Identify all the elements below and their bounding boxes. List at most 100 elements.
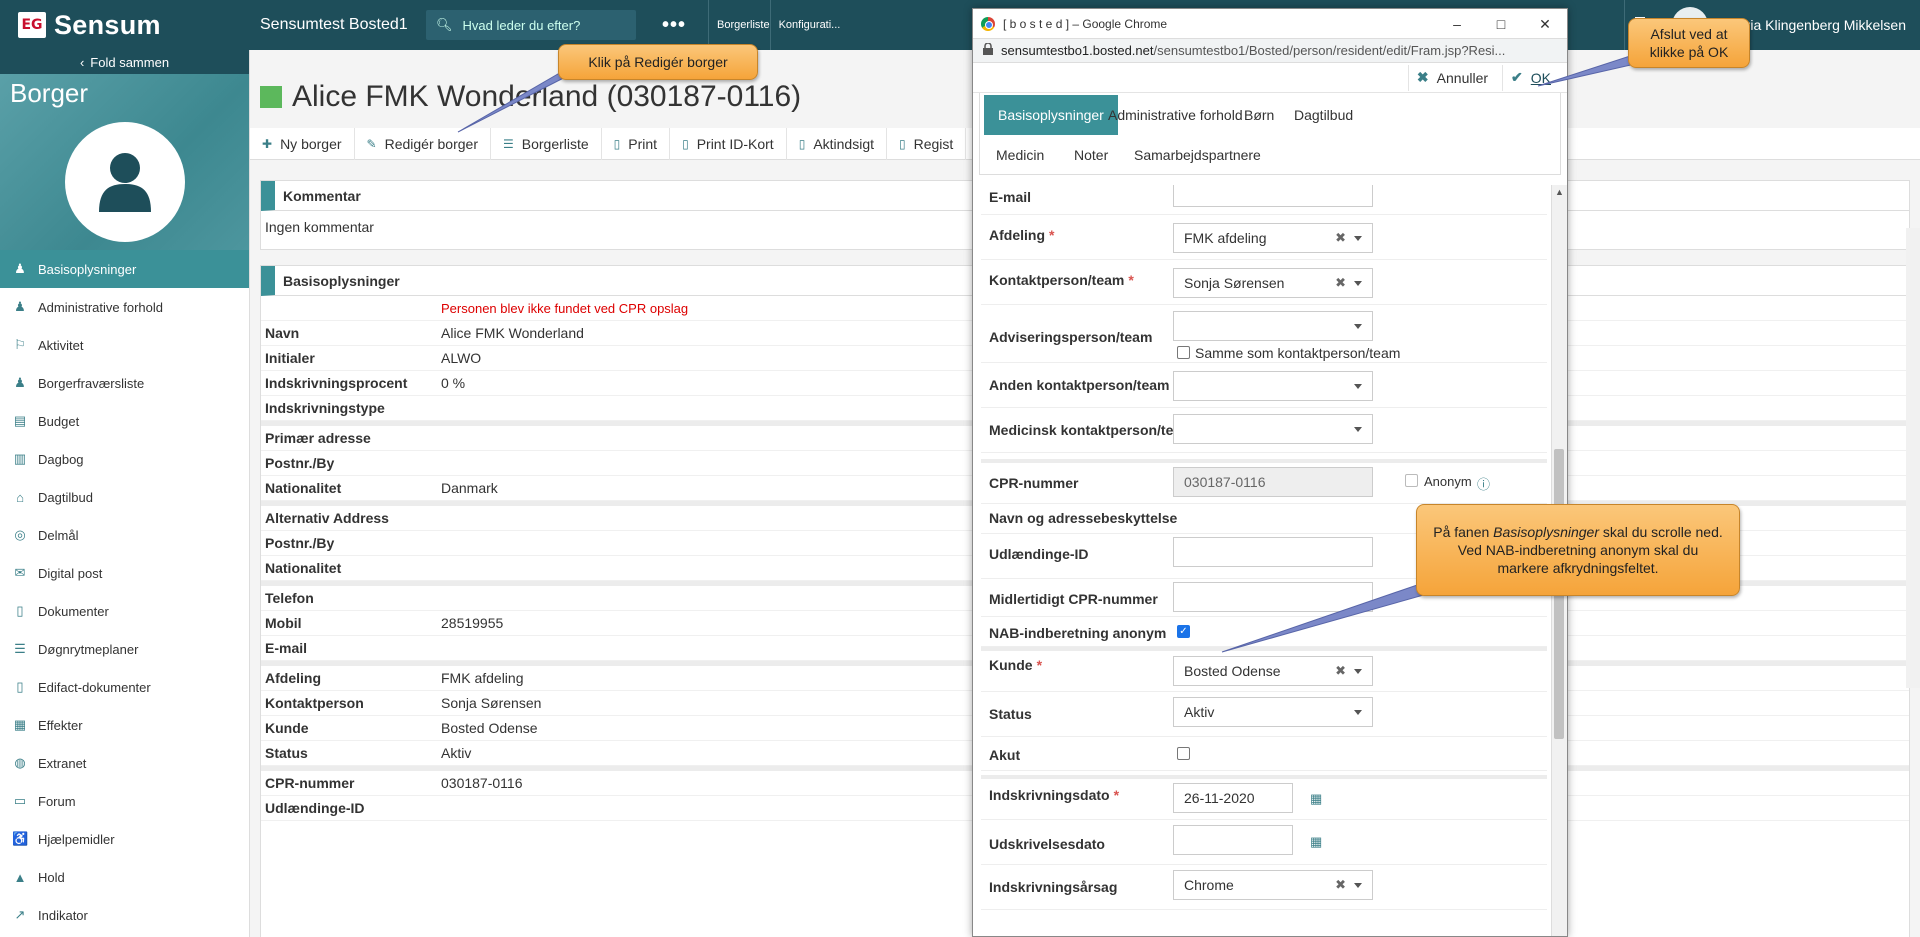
- afdeling-value: FMK afdeling: [1184, 230, 1267, 246]
- afdeling-select[interactable]: FMK afdeling ✖: [1173, 223, 1373, 253]
- site-title[interactable]: Sensumtest Bosted1: [260, 16, 420, 34]
- sidebar-item-label: Basisoplysninger: [38, 261, 137, 277]
- info-value: ALWO: [441, 350, 482, 366]
- clear-icon[interactable]: ✖: [1335, 275, 1346, 291]
- sidebar-item-17[interactable]: ↗ Indikator: [0, 896, 249, 934]
- status-select[interactable]: Aktiv: [1173, 697, 1373, 727]
- advisering-select[interactable]: [1173, 311, 1373, 341]
- cpr-label: CPR-nummer: [989, 475, 1079, 491]
- clear-icon[interactable]: ✖: [1335, 230, 1346, 246]
- sidebar-item-6[interactable]: ⌂ Dagtilbud: [0, 478, 249, 516]
- maximize-icon[interactable]: □: [1479, 9, 1523, 39]
- tab-noter[interactable]: Noter: [1060, 135, 1122, 175]
- pdf-icon: ▯: [899, 136, 906, 151]
- toolbar-button-2[interactable]: ☰ Borgerliste: [491, 127, 602, 160]
- udlaendinge-field[interactable]: [1173, 537, 1373, 567]
- kontaktperson-select[interactable]: Sonja Sørensen ✖: [1173, 268, 1373, 298]
- sidebar-item-12[interactable]: ▦ Effekter: [0, 706, 249, 744]
- sidebar-item-label: Aktivitet: [38, 337, 84, 353]
- info-icon[interactable]: ⓘ: [1477, 474, 1490, 493]
- sidebar-item-13[interactable]: ◍ Extranet: [0, 744, 249, 782]
- person-silhouette-icon: [99, 153, 151, 212]
- toolbar-button-3[interactable]: ▯ Print: [602, 127, 671, 160]
- check-icon: ✔: [1511, 69, 1523, 85]
- email-field[interactable]: [1173, 185, 1373, 207]
- sidebar-item-5[interactable]: ▥ Dagbog: [0, 440, 249, 478]
- user-name[interactable]: Maria Klingenberg Mikkelsen: [1726, 17, 1906, 33]
- info-value: 28519955: [441, 615, 504, 631]
- sidebar-item-15[interactable]: ♿ Hjælpemidler: [0, 820, 249, 858]
- info-label: Postnr./By: [265, 535, 335, 551]
- midlertidigt-cpr-field[interactable]: [1173, 582, 1373, 612]
- info-label: Afdeling: [265, 670, 321, 686]
- nav-borgerliste[interactable]: Borgerliste: [708, 0, 770, 50]
- tab-dagtilbud[interactable]: Dagtilbud: [1280, 95, 1367, 135]
- scroll-up-icon[interactable]: ▲: [1555, 187, 1564, 197]
- info-label: Nationalitet: [265, 560, 342, 576]
- anden-kontakt-select[interactable]: [1173, 371, 1373, 401]
- minimize-icon[interactable]: –: [1435, 9, 1479, 39]
- clear-icon[interactable]: ✖: [1335, 877, 1346, 893]
- info-label: Navn: [265, 325, 300, 341]
- sidebar-item-9[interactable]: ▯ Dokumenter: [0, 592, 249, 630]
- indskrivningsaarsag-select[interactable]: Chrome ✖: [1173, 870, 1373, 900]
- anonym-checkbox[interactable]: [1405, 474, 1418, 487]
- search-input[interactable]: 🔍︎ Hvad leder du efter?: [426, 10, 636, 40]
- ok-button[interactable]: ✔ OK: [1502, 64, 1559, 91]
- close-icon[interactable]: ✕: [1523, 9, 1567, 39]
- main-scrollbar[interactable]: [1906, 228, 1920, 688]
- sidebar-item-label: Dagtilbud: [38, 489, 93, 505]
- samme-checkbox[interactable]: [1177, 346, 1190, 359]
- sidebar-item-1[interactable]: ♟ Administrative forhold: [0, 288, 249, 326]
- sidebar-item-14[interactable]: ▭ Forum: [0, 782, 249, 820]
- sidebar-item-label: Edifact-dokumenter: [38, 679, 151, 695]
- akut-checkbox[interactable]: [1177, 747, 1190, 760]
- advis-label: Adviseringsperson/team: [989, 329, 1153, 345]
- info-label: Postnr./By: [265, 455, 335, 471]
- popup-url-bar[interactable]: sensumtestbo1.bosted.net/sensumtestbo1/B…: [973, 39, 1567, 63]
- tab-samarbejdspartnere[interactable]: Samarbejdspartnere: [1120, 135, 1275, 175]
- sidebar-item-10[interactable]: ☰ Døgnrytmeplaner: [0, 630, 249, 668]
- medicinsk-kontakt-select[interactable]: [1173, 414, 1373, 444]
- nab-checkbox[interactable]: ✓: [1177, 625, 1190, 638]
- row-kontaktperson: Kontaktperson/team * Sonja Sørensen ✖: [981, 260, 1547, 305]
- sidebar-item-2[interactable]: ⚐ Aktivitet: [0, 326, 249, 364]
- tab-medicin[interactable]: Medicin: [982, 135, 1058, 175]
- row-akut: Akut: [981, 737, 1547, 771]
- sidebar-item-8[interactable]: ✉ Digital post: [0, 554, 249, 592]
- more-menu-button[interactable]: •••: [662, 14, 686, 37]
- sensum-logo[interactable]: EG Sensum: [0, 0, 250, 50]
- toolbar-button-6[interactable]: ▯ Regist: [887, 127, 967, 160]
- sidebar-header: Borger: [0, 74, 249, 250]
- sidebar-item-11[interactable]: ▯ Edifact-dokumenter: [0, 668, 249, 706]
- toolbar-button-5[interactable]: ▯ Aktindsigt: [787, 127, 888, 160]
- popup-titlebar[interactable]: [ b o s t e d ] – Google Chrome – □ ✕: [973, 9, 1567, 39]
- calendar-icon[interactable]: ▦: [1310, 834, 1322, 850]
- toolbar-button-0[interactable]: ✚ Ny borger: [250, 127, 355, 160]
- sidebar-item-3[interactable]: ♟ Borgerfraværsliste: [0, 364, 249, 402]
- sidebar-item-16[interactable]: ▲ Hold: [0, 858, 249, 896]
- info-value: Personen blev ikke fundet ved CPR opslag: [441, 300, 689, 316]
- kunde-label-text: Kunde: [989, 657, 1033, 673]
- cancel-button[interactable]: ✖ Annuller: [1407, 64, 1496, 91]
- sidebar-item-label: Hjælpemidler: [38, 831, 115, 847]
- toolbar-button-1[interactable]: ✎ Redigér borger: [355, 127, 491, 160]
- nav-konfiguration[interactable]: Konfigurati...: [769, 0, 840, 50]
- clear-icon[interactable]: ✖: [1335, 663, 1346, 679]
- person-icon: ♟: [14, 299, 26, 314]
- row-advisering: Adviseringsperson/team Samme som kontakt…: [981, 305, 1547, 363]
- sidebar-item-7[interactable]: ◎ Delmål: [0, 516, 249, 554]
- sidebar-item-0[interactable]: ♟ Basisoplysninger: [0, 250, 249, 288]
- sidebar-item-label: Administrative forhold: [38, 299, 163, 315]
- calendar-icon[interactable]: ▦: [1310, 791, 1322, 807]
- sidebar-item-label: Døgnrytmeplaner: [38, 641, 139, 657]
- book-icon: ▥: [13, 451, 27, 466]
- kunde-select[interactable]: Bosted Odense ✖: [1173, 656, 1373, 686]
- udskrivelsesdato-field[interactable]: [1173, 825, 1293, 855]
- toolbar-button-label: Aktindsigt: [813, 135, 875, 152]
- sidebar-item-4[interactable]: ▤ Budget: [0, 402, 249, 440]
- fold-sidebar-button[interactable]: ‹ Fold sammen: [0, 50, 249, 74]
- info-value: Sonja Sørensen: [441, 695, 542, 711]
- toolbar-button-4[interactable]: ▯ Print ID-Kort: [670, 127, 787, 160]
- indskrivningsdato-field[interactable]: 26-11-2020: [1173, 783, 1293, 813]
